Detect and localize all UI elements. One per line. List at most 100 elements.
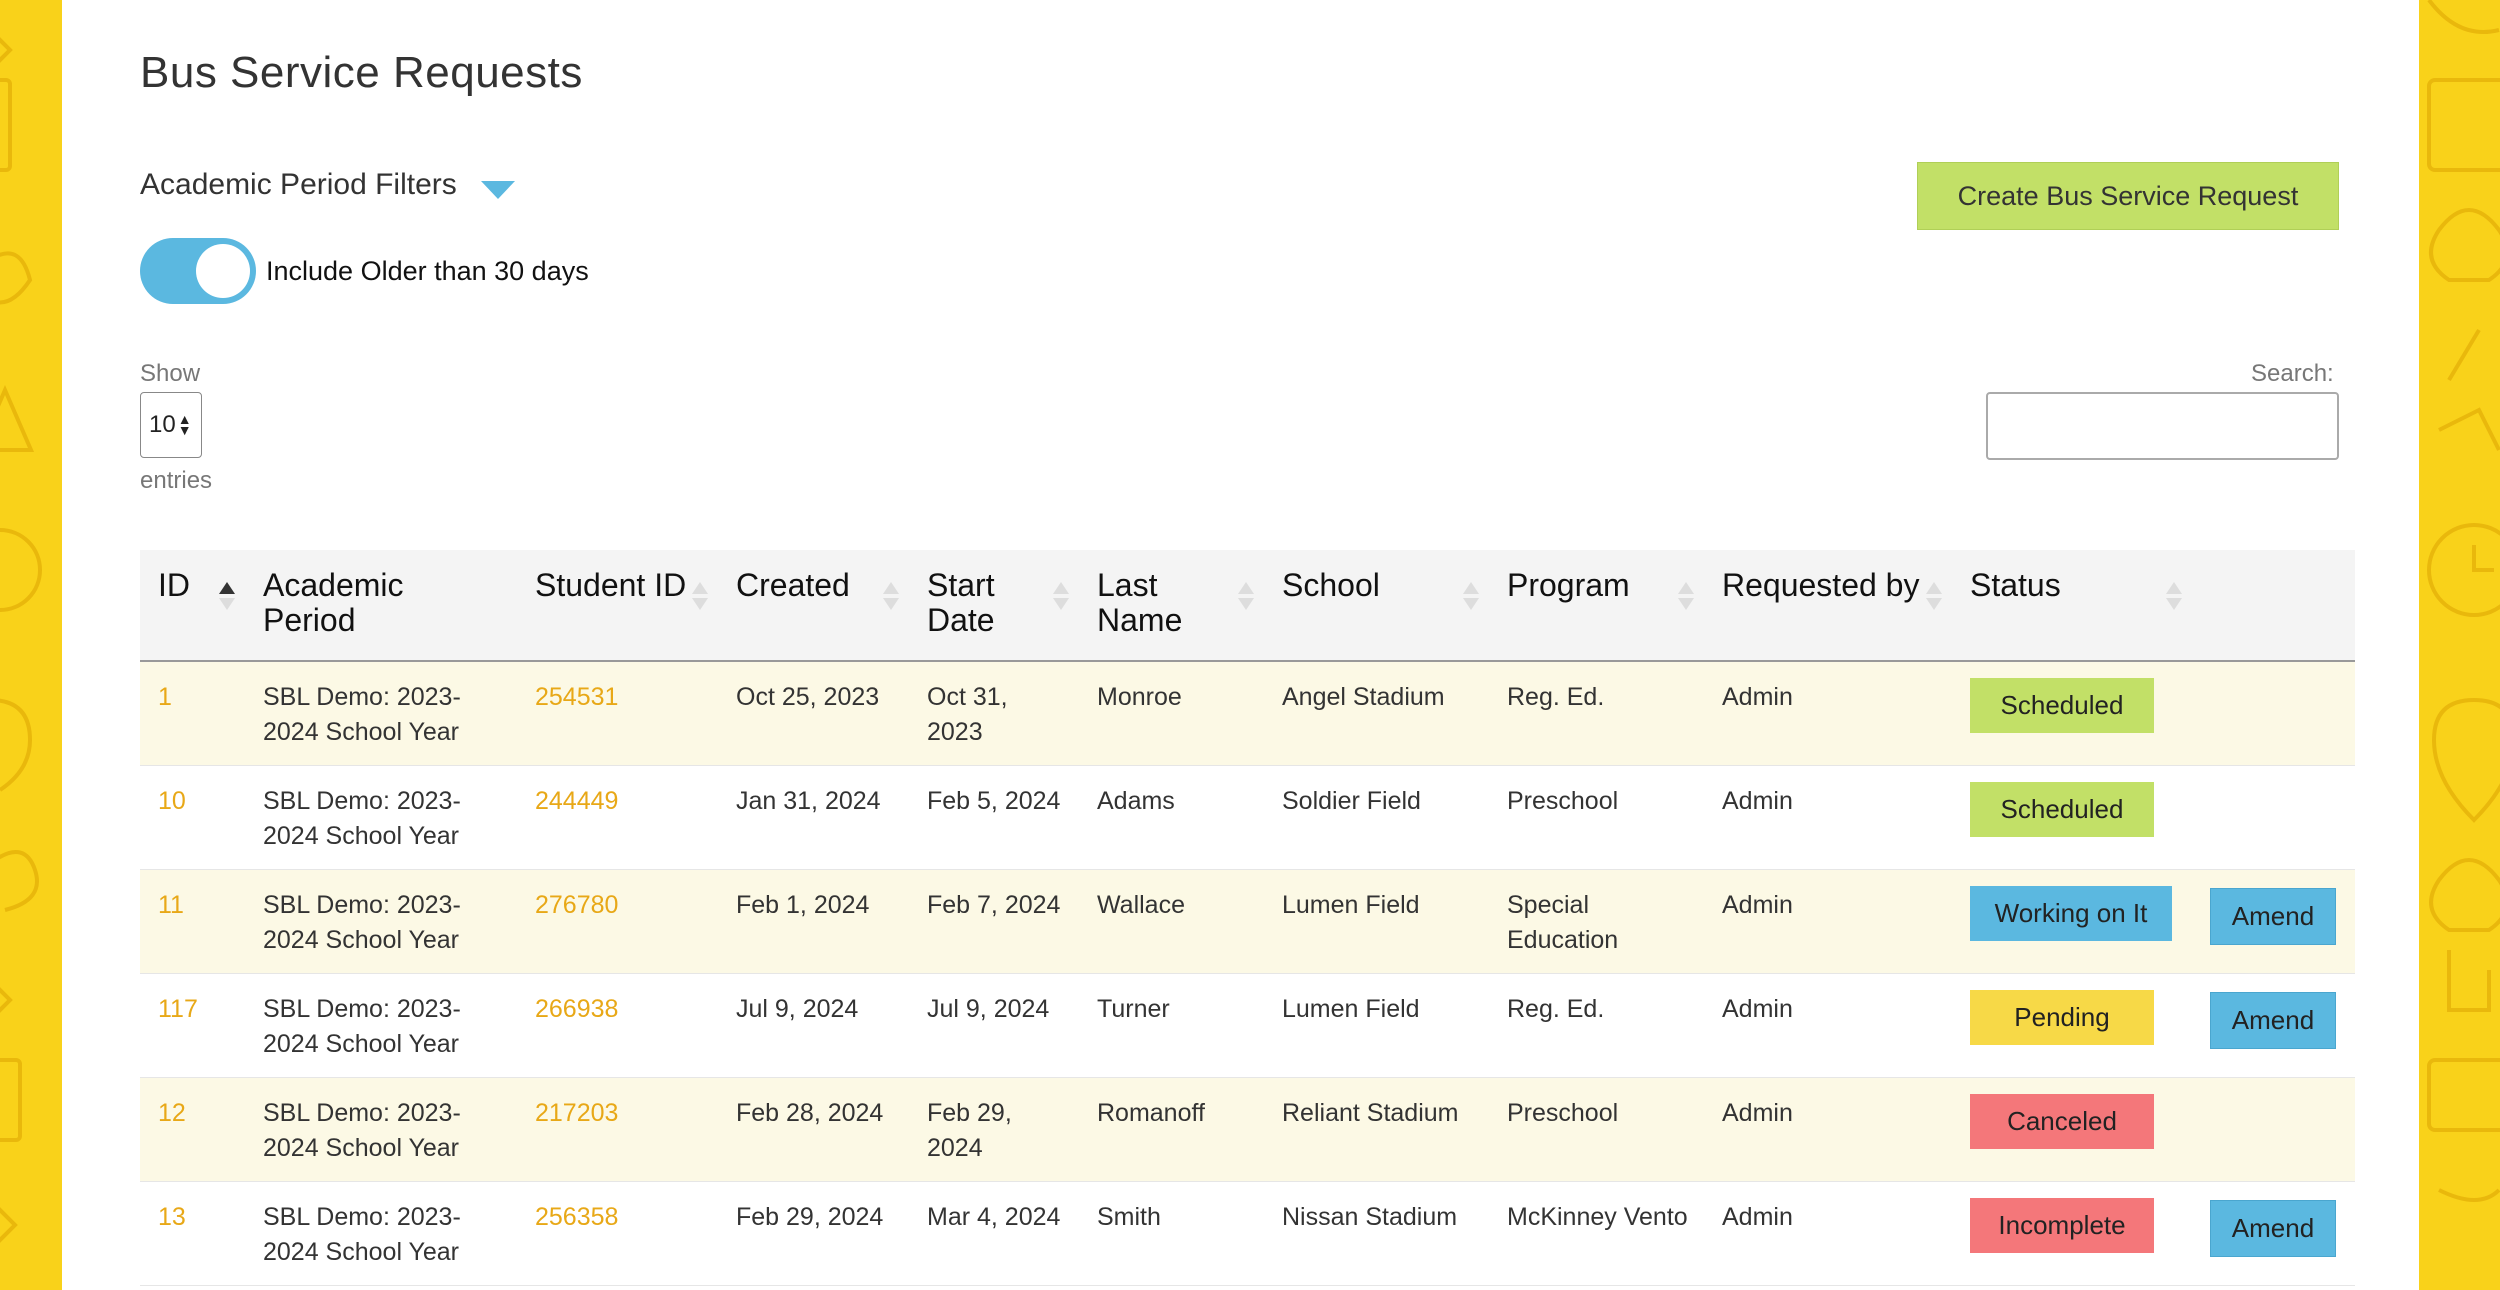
table-row: 10 SBL Demo: 2023-2024 School Year 244449 J… (140, 765, 2355, 869)
select-arrows-icon: ▲ ▼ (177, 411, 192, 438)
search-input[interactable] (1986, 392, 2339, 460)
cell-id[interactable]: 117 (140, 973, 245, 1077)
sort-ascending-icon (219, 582, 235, 610)
cell-academic-period: SBL Demo: 2023-2024 School Year (263, 1202, 461, 1266)
column-header-academic-period[interactable]: Academic Period (245, 550, 517, 661)
table-row: 12 SBL Demo: 2023-2024 School Year 217203 F… (140, 1077, 2355, 1181)
cell-student-id[interactable]: 256358 (517, 1181, 718, 1285)
cell-id[interactable]: 1 (140, 661, 245, 765)
cell-last-name: Romanoff (1097, 1098, 1205, 1127)
cell-program: Preschool (1507, 1098, 1619, 1127)
sort-icon (1053, 582, 1069, 610)
toggle-label: Include Older than 30 days (266, 255, 589, 286)
left-decorative-border (0, 0, 62, 1290)
cell-student-id[interactable]: 266938 (517, 973, 718, 1077)
cell-student-id[interactable]: 217203 (517, 1077, 718, 1181)
column-header-program[interactable]: Program (1489, 550, 1704, 661)
sort-icon (1238, 582, 1254, 610)
cell-school: Lumen Field (1282, 994, 1420, 1023)
cell-program: Reg. Ed. (1507, 994, 1605, 1023)
older-than-30-days-toggle-row: Include Older than 30 days (140, 238, 589, 304)
cell-student-id[interactable]: 244449 (517, 765, 718, 869)
cell-program: Preschool (1507, 786, 1619, 815)
cell-id[interactable]: 11 (140, 869, 245, 973)
cell-action: Amend (2192, 869, 2355, 973)
sort-icon (1463, 582, 1479, 610)
cell-academic-period: SBL Demo: 2023-2024 School Year (263, 683, 461, 746)
cell-last-name: Monroe (1097, 683, 1182, 711)
sort-icon (883, 582, 899, 610)
cell-requested-by: Admin (1722, 1202, 1793, 1231)
cell-id[interactable]: 10 (140, 765, 245, 869)
cell-start-date: Jul 9, 2024 (927, 994, 1050, 1023)
sort-icon (692, 582, 708, 610)
academic-period-filters-toggle[interactable]: Academic Period Filters (140, 168, 515, 202)
cell-requested-by: Admin (1722, 890, 1793, 919)
filters-label: Academic Period Filters (140, 168, 457, 201)
cell-start-date: Feb 29, 2024 (927, 1098, 1012, 1162)
toggle-knob (196, 244, 250, 298)
cell-status: Pending (1952, 973, 2192, 1077)
table-header-row: ID Academic Period Student ID Created St… (140, 550, 2355, 661)
column-header-id[interactable]: ID (140, 550, 245, 661)
column-header-school[interactable]: School (1264, 550, 1489, 661)
status-badge: Scheduled (1970, 678, 2154, 733)
entries-label: entries (140, 467, 213, 494)
cell-id[interactable]: 13 (140, 1181, 245, 1285)
cell-requested-by: Admin (1722, 994, 1793, 1023)
cell-student-id[interactable]: 254531 (517, 661, 718, 765)
cell-action (2192, 765, 2355, 869)
content-panel: Bus Service Requests Academic Period Fil… (62, 0, 2419, 1290)
amend-button[interactable]: Amend (2210, 1199, 2336, 1257)
table-row: 11 SBL Demo: 2023-2024 School Year 276780 F… (140, 869, 2355, 973)
table-row: 117 SBL Demo: 2023-2024 School Year 266938… (140, 973, 2355, 1077)
cell-program: Special Education (1507, 890, 1619, 954)
cell-last-name: Wallace (1097, 890, 1185, 919)
show-label: Show (140, 360, 201, 387)
cell-start-date: Feb 5, 2024 (927, 786, 1061, 815)
column-header-created[interactable]: Created (718, 550, 909, 661)
cell-created: Jan 31, 2024 (736, 786, 881, 815)
cell-school: Reliant Stadium (1282, 1098, 1459, 1127)
column-header-last-name[interactable]: Last Name (1079, 550, 1264, 661)
cell-created: Jul 9, 2024 (736, 994, 859, 1023)
cell-start-date: Mar 4, 2024 (927, 1202, 1061, 1231)
column-header-start-date[interactable]: Start Date (909, 550, 1079, 661)
cell-academic-period: SBL Demo: 2023-2024 School Year (263, 786, 461, 850)
column-header-requested-by[interactable]: Requested by (1704, 550, 1952, 661)
column-header-status[interactable]: Status (1952, 550, 2192, 661)
cell-created: Feb 28, 2024 (736, 1098, 884, 1127)
cell-last-name: Adams (1097, 786, 1175, 815)
search-label: Search: (2251, 360, 2334, 387)
amend-button[interactable]: Amend (2210, 991, 2336, 1049)
sort-icon (1678, 582, 1694, 610)
cell-academic-period: SBL Demo: 2023-2024 School Year (263, 994, 461, 1058)
cell-action: Amend (2192, 1181, 2355, 1285)
status-badge: Scheduled (1970, 781, 2154, 837)
cell-school: Lumen Field (1282, 890, 1420, 919)
create-bus-service-request-button[interactable]: Create Bus Service Request (1917, 162, 2339, 230)
cell-start-date: Feb 7, 2024 (927, 890, 1061, 919)
cell-status: Working on It (1952, 869, 2192, 973)
cell-last-name: Turner (1097, 994, 1170, 1023)
cell-action (2192, 1077, 2355, 1181)
pattern-icons (0, 37, 42, 1243)
cell-id[interactable]: 12 (140, 1077, 245, 1181)
cell-created: Oct 25, 2023 (736, 683, 880, 711)
include-older-toggle[interactable] (140, 238, 256, 304)
cell-requested-by: Admin (1722, 786, 1793, 815)
cell-status: Scheduled (1952, 765, 2192, 869)
cell-student-id[interactable]: 276780 (517, 869, 718, 973)
amend-button[interactable]: Amend (2210, 887, 2336, 945)
cell-academic-period: SBL Demo: 2023-2024 School Year (263, 1098, 461, 1162)
column-header-actions (2192, 550, 2355, 661)
table-row: 1 SBL Demo: 2023-2024 School Year 254531 Oc… (140, 661, 2355, 765)
pattern-icons (2427, 0, 2500, 1202)
status-badge: Working on It (1970, 885, 2172, 941)
page-title: Bus Service Requests (140, 48, 583, 97)
entries-length-select[interactable]: 10 ▲ ▼ (140, 392, 202, 458)
column-header-student-id[interactable]: Student ID (517, 550, 718, 661)
cell-school: Angel Stadium (1282, 683, 1445, 711)
cell-status: Incomplete (1952, 1181, 2192, 1285)
cell-created: Feb 1, 2024 (736, 890, 870, 919)
